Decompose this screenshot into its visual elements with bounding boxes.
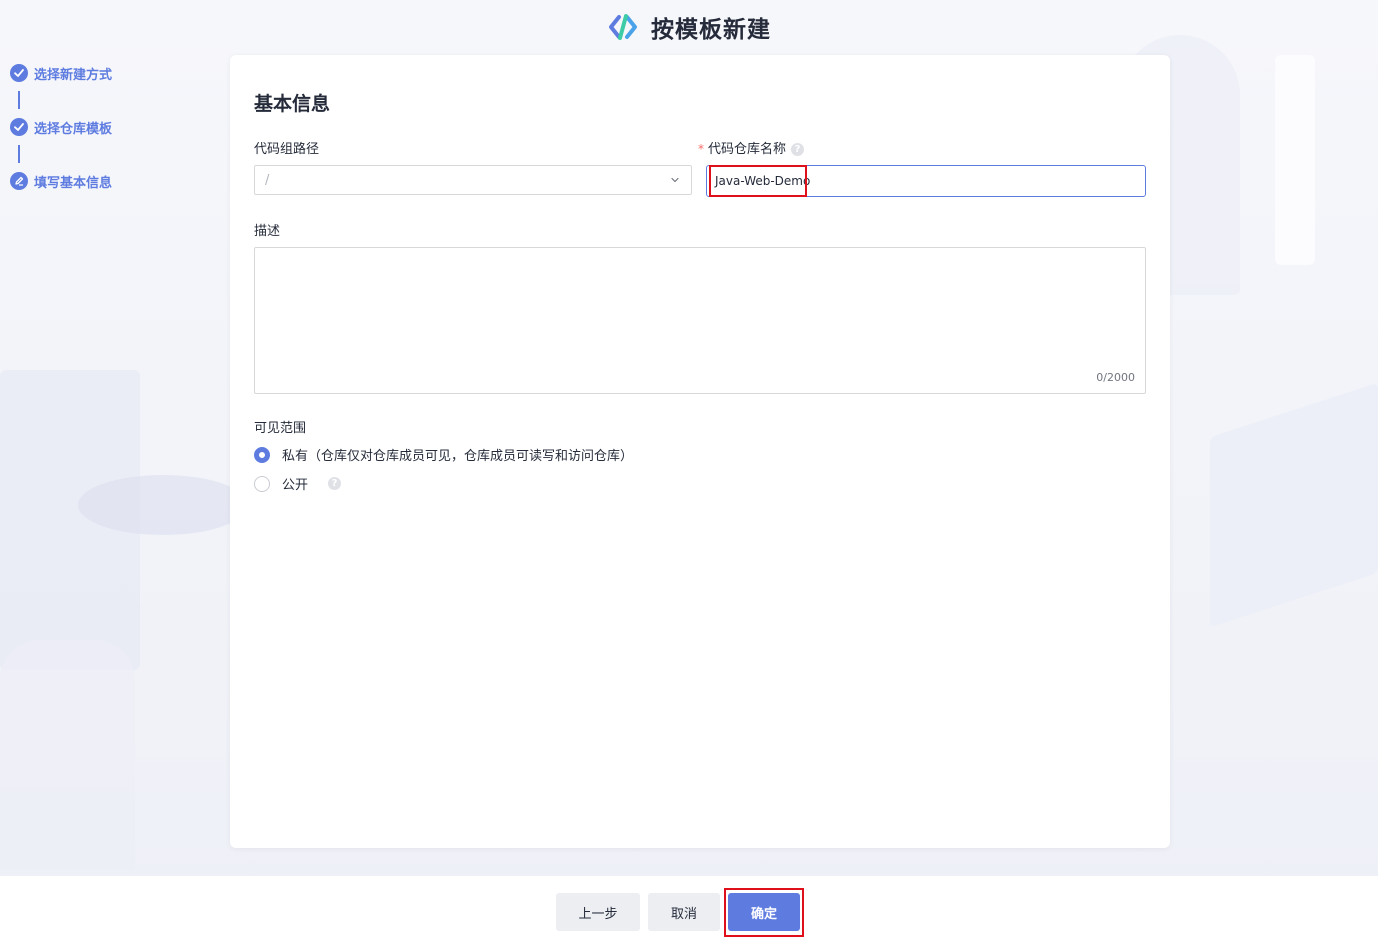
page-title: 按模板新建 <box>651 17 771 43</box>
group-path-select[interactable]: / <box>254 165 692 195</box>
radio-label: 公开 <box>282 478 309 493</box>
background-decoration <box>1275 55 1315 265</box>
group-path-label: 代码组路径 <box>254 142 320 157</box>
step-fill-info: 填写基本信息 <box>10 170 112 192</box>
section-title: 基本信息 <box>254 93 331 115</box>
required-mark: * <box>698 142 704 156</box>
form-card: 基本信息 代码组路径 / * 代码仓库名称? Java-Web-Demo 描述 0… <box>230 55 1170 848</box>
check-circle-icon <box>10 64 28 82</box>
edit-circle-icon <box>10 172 28 190</box>
visibility-label: 可见范围 <box>254 421 307 436</box>
codearts-logo-icon <box>609 14 637 40</box>
prev-step-button[interactable]: 上一步 <box>556 893 640 931</box>
repo-name-label-row: * 代码仓库名称? <box>698 138 805 157</box>
step-nav: 选择新建方式 选择仓库模板 填写基本信息 <box>10 62 112 192</box>
radio-public[interactable] <box>254 475 270 492</box>
step-label: 选择仓库模板 <box>34 121 113 137</box>
step-select-method[interactable]: 选择新建方式 <box>10 62 112 84</box>
header: 按模板新建 <box>0 10 1378 44</box>
step-label: 填写基本信息 <box>34 175 113 191</box>
confirm-button[interactable]: 确定 <box>728 893 800 931</box>
background-decoration <box>0 640 135 870</box>
repo-name-value: Java-Web-Demo <box>715 174 811 188</box>
step-select-template[interactable]: 选择仓库模板 <box>10 116 112 138</box>
step-connector <box>18 91 20 109</box>
help-icon[interactable]: ? <box>791 143 805 156</box>
radio-label: 私有（仓库仅对仓库成员可见，仓库成员可读写和访问仓库） <box>282 449 634 464</box>
page: 按模板新建 选择新建方式 选择仓库模板 填写基本信息 基本信息 代码组路径 / … <box>0 0 1378 946</box>
radio-private[interactable] <box>254 446 270 463</box>
step-label: 选择新建方式 <box>34 67 113 83</box>
background-decoration <box>1210 382 1378 628</box>
check-circle-icon <box>10 118 28 136</box>
repo-name-label: 代码仓库名称 <box>708 142 787 157</box>
group-path-value: / <box>265 172 270 188</box>
description-label: 描述 <box>254 224 281 239</box>
description-textarea[interactable]: 0/2000 <box>254 247 1146 394</box>
background-decoration <box>78 475 248 535</box>
chevron-down-icon <box>671 177 679 183</box>
help-icon[interactable]: ? <box>328 477 342 490</box>
char-counter: 0/2000 <box>1096 371 1135 384</box>
cancel-button[interactable]: 取消 <box>648 893 720 931</box>
footer-bar: 上一步 取消 确定 <box>0 876 1378 946</box>
step-connector <box>18 145 20 163</box>
visibility-option-private[interactable]: 私有（仓库仅对仓库成员可见，仓库成员可读写和访问仓库） <box>254 445 633 464</box>
repo-name-input[interactable]: Java-Web-Demo <box>706 165 1146 197</box>
visibility-option-public[interactable]: 公开 ? <box>254 474 342 493</box>
